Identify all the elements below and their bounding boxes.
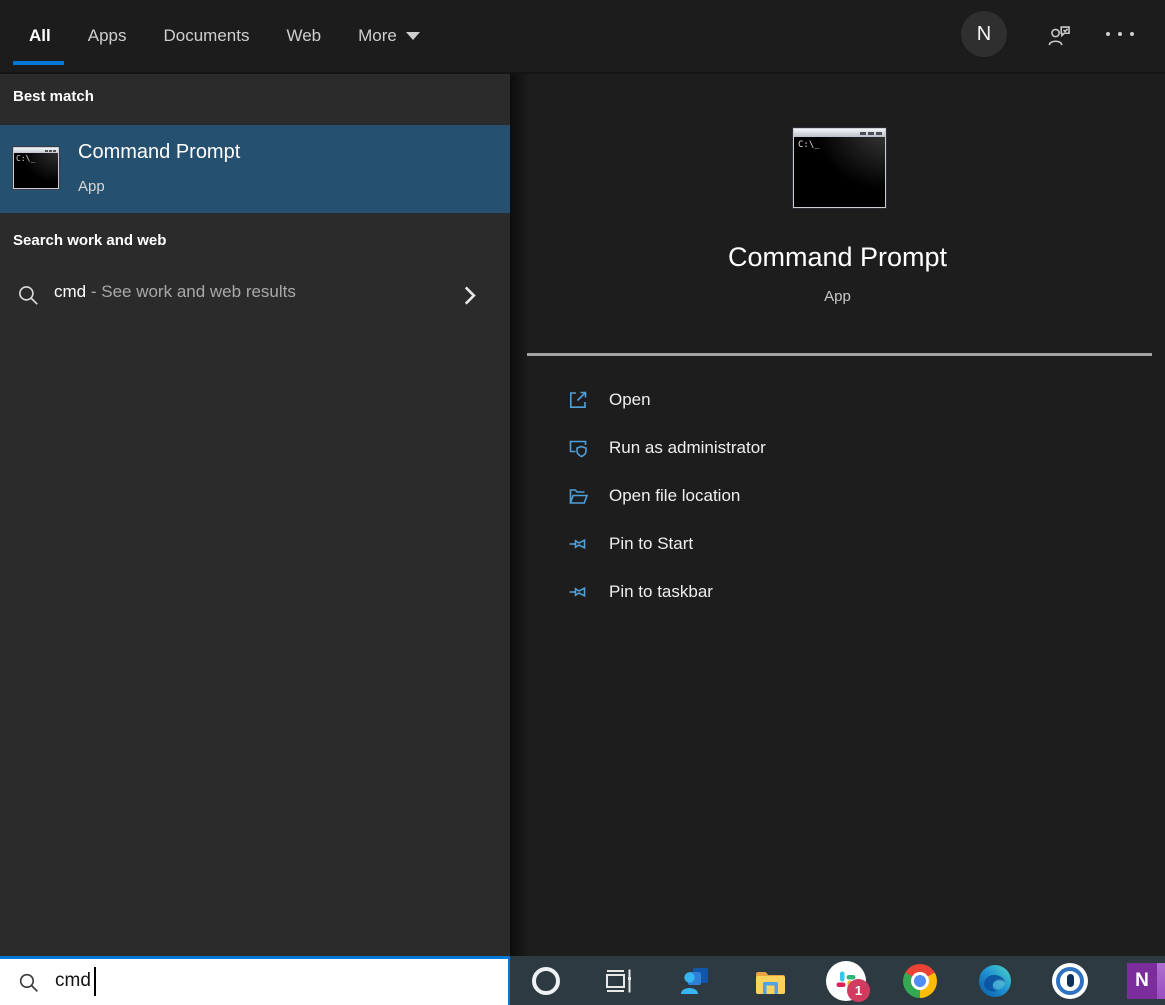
onepassword-icon[interactable] (1052, 963, 1088, 999)
search-input-value: cmd (55, 970, 91, 992)
chevron-down-icon (406, 32, 420, 40)
onenote-letter: N (1127, 963, 1157, 999)
best-match-result[interactable]: C:\_ Command Prompt App (0, 125, 510, 213)
taskbar: 1 N (510, 956, 1165, 1005)
search-input[interactable]: cmd (0, 956, 510, 1005)
search-icon (15, 282, 41, 308)
action-open[interactable]: Open (565, 376, 766, 424)
action-pin-to-taskbar[interactable]: Pin to taskbar (565, 568, 766, 616)
preview-type: App (510, 288, 1165, 305)
search-header: All Apps Documents Web More N (0, 0, 1165, 74)
action-label: Open (609, 390, 651, 410)
tab-all[interactable]: All (29, 26, 51, 46)
more-options-button[interactable] (1106, 32, 1134, 36)
suggestion-text: cmd - See work and web results (54, 282, 296, 302)
filter-tabs: All Apps Documents Web More (29, 0, 420, 72)
admin-shield-icon (565, 435, 591, 461)
web-suggestion-row[interactable]: cmd - See work and web results (0, 268, 510, 322)
onenote-tab-strip (1157, 963, 1165, 999)
result-title: Command Prompt (78, 141, 240, 164)
active-tab-indicator (13, 61, 64, 65)
command-prompt-icon: C:\_ (13, 147, 59, 189)
tab-web[interactable]: Web (286, 26, 321, 46)
pin-icon (565, 531, 591, 557)
action-list: Open Run as administrator Open file loca… (565, 376, 766, 616)
search-icon (16, 970, 41, 995)
tab-more[interactable]: More (358, 26, 420, 46)
text-cursor (94, 967, 96, 996)
feedback-icon[interactable] (1046, 22, 1073, 49)
action-label: Run as administrator (609, 438, 766, 458)
slack-icon[interactable]: 1 (826, 961, 866, 1001)
suggestion-query: cmd (54, 282, 86, 301)
pin-icon (565, 579, 591, 605)
avatar-letter: N (977, 23, 991, 46)
command-prompt-icon-large: C:\_ (793, 128, 886, 208)
web-section-label: Search work and web (13, 232, 166, 249)
tab-apps[interactable]: Apps (88, 26, 127, 46)
action-open-file-location[interactable]: Open file location (565, 472, 766, 520)
action-label: Pin to taskbar (609, 582, 713, 602)
action-label: Pin to Start (609, 534, 693, 554)
edge-icon[interactable] (978, 964, 1012, 998)
onenote-icon[interactable]: N (1127, 963, 1165, 999)
panel-divider-shadow (510, 74, 530, 1005)
task-view-icon[interactable] (603, 966, 633, 996)
preview-title: Command Prompt (510, 242, 1165, 273)
suggestion-suffix: - See work and web results (86, 282, 296, 301)
result-type: App (78, 178, 105, 195)
chevron-right-icon[interactable] (456, 281, 482, 309)
launch-icon (565, 387, 591, 413)
people-icon[interactable] (678, 964, 712, 998)
tab-documents[interactable]: Documents (163, 26, 249, 46)
open-folder-icon (565, 483, 591, 509)
avatar[interactable]: N (961, 11, 1007, 57)
separator (527, 353, 1152, 356)
action-label: Open file location (609, 486, 740, 506)
chrome-icon[interactable] (903, 964, 937, 998)
best-match-label: Best match (13, 88, 94, 105)
action-pin-to-start[interactable]: Pin to Start (565, 520, 766, 568)
action-run-as-admin[interactable]: Run as administrator (565, 424, 766, 472)
cortana-icon[interactable] (532, 967, 560, 995)
preview-panel: C:\_ Command Prompt App Open Run as admi… (510, 74, 1165, 1005)
tab-more-label: More (358, 26, 397, 46)
notification-badge: 1 (847, 979, 870, 1002)
file-explorer-icon[interactable] (753, 965, 787, 997)
results-panel: Best match C:\_ Command Prompt App Searc… (0, 74, 510, 956)
